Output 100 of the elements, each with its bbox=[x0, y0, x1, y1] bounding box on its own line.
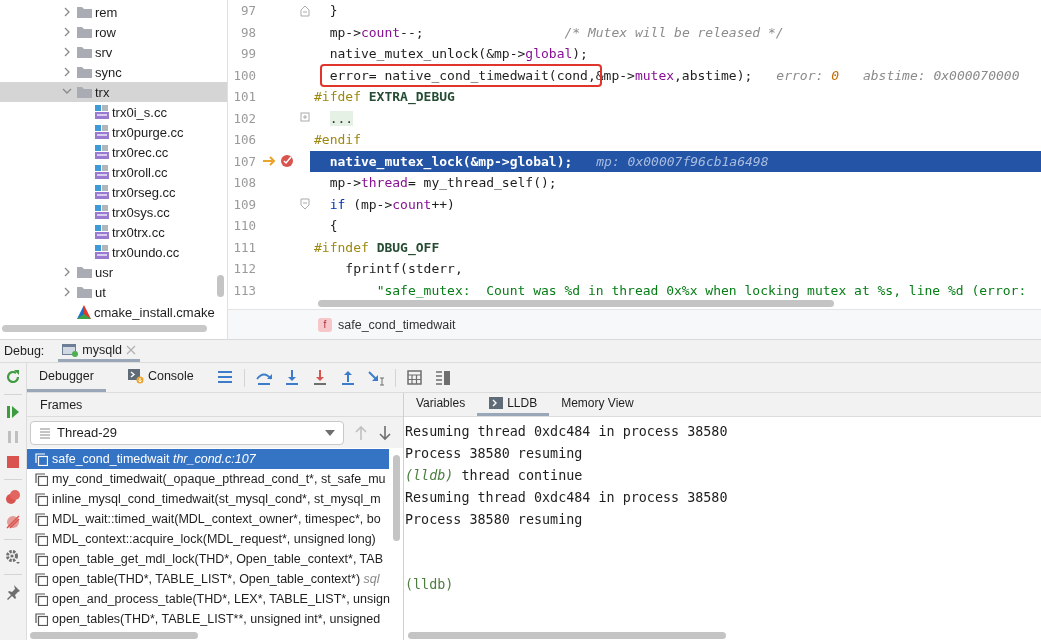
tree-item[interactable]: ut bbox=[0, 282, 227, 302]
folder-icon bbox=[77, 6, 92, 18]
code-line: if (mp->count++) bbox=[329, 196, 455, 212]
session-tab[interactable]: mysqld bbox=[58, 340, 140, 362]
cpp-file-icon bbox=[95, 145, 109, 159]
scrollbar[interactable] bbox=[217, 275, 224, 297]
folder-icon bbox=[77, 286, 92, 298]
stop-icon[interactable] bbox=[5, 454, 21, 470]
line-number: 101 bbox=[232, 89, 256, 105]
panel-tab[interactable]: LLDB bbox=[477, 393, 550, 416]
console-tab[interactable]: Console bbox=[115, 363, 206, 392]
code-line: #ifndef DBUG_OFF bbox=[314, 239, 440, 255]
console-prompt[interactable]: (lldb) bbox=[404, 573, 1041, 595]
pin-icon[interactable] bbox=[5, 584, 21, 600]
debug-label: Debug: bbox=[4, 344, 45, 358]
scrollbar[interactable] bbox=[30, 632, 198, 639]
line-number: 110 bbox=[232, 218, 256, 234]
frame-icon bbox=[35, 472, 48, 486]
line-number: 107 bbox=[232, 153, 256, 169]
frame-icon bbox=[35, 532, 48, 546]
stack-frame-item[interactable]: MDL_wait::timed_wait(MDL_context_owner*, timespec*, bo bbox=[27, 509, 389, 529]
run-to-cursor-icon[interactable] bbox=[366, 368, 385, 387]
cpp-file-icon bbox=[95, 125, 109, 139]
panel-tab[interactable]: Variables bbox=[404, 393, 478, 416]
console-icon bbox=[127, 368, 144, 384]
console-line: Resuming thread 0xdc484 in process 38580 bbox=[404, 422, 729, 441]
tree-item[interactable]: trx0rseg.cc bbox=[0, 182, 227, 202]
stack-frame-item[interactable]: open_tables(THD*, TABLE_LIST**, unsigned int*, unsigned bbox=[27, 609, 389, 629]
list-icon bbox=[39, 426, 51, 439]
tree-item[interactable]: trx0sys.cc bbox=[0, 202, 227, 222]
settings-icon[interactable] bbox=[5, 549, 21, 565]
tree-item[interactable]: trx0i_s.cc bbox=[0, 102, 227, 122]
tree-item[interactable]: trx bbox=[0, 82, 227, 102]
tree-item[interactable]: row bbox=[0, 22, 227, 42]
scrollbar[interactable] bbox=[408, 632, 726, 639]
scrollbar[interactable] bbox=[2, 325, 207, 332]
code-line: mp->count--; /* Mutex will be released */ bbox=[329, 24, 784, 40]
fold-end-icon[interactable] bbox=[300, 4, 310, 17]
frame-icon bbox=[35, 492, 48, 506]
tree-item[interactable]: trx0rec.cc bbox=[0, 142, 227, 162]
line-number: 97 bbox=[239, 3, 256, 19]
inline-value-hint: error: 0 bbox=[776, 67, 839, 83]
console-line: Process 38580 resuming bbox=[404, 444, 584, 463]
tree-item[interactable]: trx0roll.cc bbox=[0, 162, 227, 182]
frame-icon bbox=[35, 572, 48, 586]
line-number: 111 bbox=[232, 239, 256, 255]
thread-dropdown[interactable]: Thread-29 bbox=[30, 420, 344, 445]
line-number: 98 bbox=[239, 24, 256, 40]
frame-icon bbox=[35, 592, 48, 606]
folder-icon bbox=[77, 66, 92, 78]
code-line: { bbox=[329, 218, 338, 234]
scrollbar[interactable] bbox=[318, 300, 834, 308]
cpp-file-icon bbox=[95, 185, 109, 199]
line-number: 106 bbox=[232, 132, 256, 148]
stack-frame-item[interactable]: open_table(THD*, TABLE_LIST*, Open_table_context*) sql bbox=[27, 569, 389, 589]
breakpoint-icon[interactable] bbox=[280, 154, 294, 169]
tree-item[interactable]: trx0trx.cc bbox=[0, 222, 227, 242]
close-icon[interactable] bbox=[125, 344, 136, 355]
tree-item[interactable]: rem bbox=[0, 2, 227, 22]
tree-item[interactable]: usr bbox=[0, 262, 227, 282]
scrollbar[interactable] bbox=[393, 455, 400, 541]
tree-item[interactable]: trx0purge.cc bbox=[0, 122, 227, 142]
code-line: mp->thread= my_thread_self(); bbox=[329, 175, 557, 191]
tree-item[interactable]: cmake_install.cmake bbox=[0, 302, 227, 322]
terminal-icon bbox=[489, 397, 504, 409]
breakpoints-icon[interactable] bbox=[5, 489, 21, 505]
resume-icon[interactable] bbox=[5, 404, 21, 420]
caret-down-icon bbox=[325, 429, 335, 436]
cpp-file-icon bbox=[95, 205, 109, 219]
stack-frame-item[interactable]: open_table_get_mdl_lock(THD*, Open_table_context*, TAB bbox=[27, 549, 389, 569]
window-icon bbox=[62, 342, 79, 357]
code-line: native_mutex_unlock(&mp->global); bbox=[329, 46, 588, 62]
panel-tab[interactable]: Memory View bbox=[549, 393, 646, 416]
cpp-file-icon bbox=[95, 225, 109, 239]
fold-start-icon[interactable] bbox=[300, 198, 310, 211]
folder-icon bbox=[77, 86, 92, 98]
code-line: #ifdef EXTRA_DEBUG bbox=[314, 89, 455, 105]
layout-icon[interactable] bbox=[433, 368, 452, 387]
code-line: "safe_mutex: Count was %d in thread 0x%x when locking mutex at %s, line %d (error: bbox=[376, 282, 1027, 298]
arrow-down-icon[interactable] bbox=[378, 424, 392, 441]
tree-item[interactable]: srv bbox=[0, 42, 227, 62]
line-number: 102 bbox=[232, 110, 256, 126]
console-line: Resuming thread 0xdc484 in process 38580 bbox=[404, 488, 729, 507]
stack-frame-item[interactable]: safe_cond_timedwait thr_cond.c:107 bbox=[27, 449, 389, 469]
calculator-icon[interactable] bbox=[405, 368, 424, 387]
stack-frame-item[interactable]: my_cond_timedwait(_opaque_pthread_cond_t*, st_safe_mu bbox=[27, 469, 389, 489]
tree-item[interactable]: trx0undo.cc bbox=[0, 242, 227, 262]
line-number: 99 bbox=[239, 46, 256, 62]
folder-icon bbox=[77, 266, 92, 278]
breadcrumb-item[interactable]: safe_cond_timedwait bbox=[338, 317, 456, 332]
tree-item[interactable]: sync bbox=[0, 62, 227, 82]
cpp-file-icon bbox=[95, 245, 109, 259]
rerun-icon[interactable] bbox=[5, 369, 21, 385]
mute-breakpoints-icon[interactable] bbox=[5, 514, 21, 530]
stack-frame-item[interactable]: inline_mysql_cond_timedwait(st_mysql_cond*, st_mysql_m bbox=[27, 489, 389, 509]
stack-frame-item[interactable]: open_and_process_table(THD*, LEX*, TABLE_LIST*, unsign bbox=[27, 589, 389, 609]
expand-fold-icon[interactable] bbox=[300, 112, 310, 125]
frame-icon bbox=[35, 612, 48, 626]
stack-frame-item[interactable]: MDL_context::acquire_lock(MDL_request*, unsigned long) bbox=[27, 529, 389, 549]
cpp-file-icon bbox=[95, 105, 109, 119]
